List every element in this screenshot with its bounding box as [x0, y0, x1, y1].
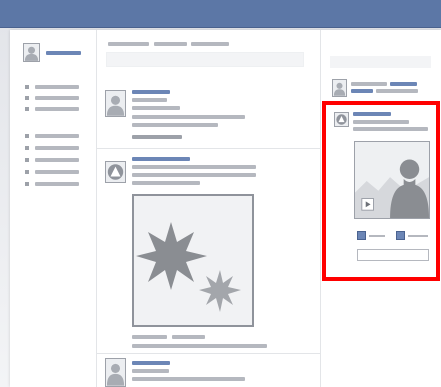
post-text-line	[132, 123, 218, 127]
post-caption-line	[172, 335, 205, 339]
share-count-line	[408, 235, 428, 237]
sidebar-item-1[interactable]	[35, 85, 79, 89]
post-author-avatar[interactable]	[105, 90, 126, 117]
nav-bullet	[25, 107, 29, 111]
sidebar-item-7[interactable]	[35, 170, 79, 174]
post-text-line	[132, 115, 245, 119]
highlighted-video-ad[interactable]	[322, 101, 440, 281]
nav-bullet	[25, 170, 29, 174]
suggestion-text-line	[376, 89, 418, 93]
sidebar-item-3[interactable]	[35, 107, 79, 111]
post-author-name[interactable]	[132, 90, 170, 94]
page-avatar[interactable]	[105, 161, 126, 183]
post-author-avatar[interactable]	[105, 358, 126, 387]
status-input[interactable]	[106, 52, 304, 67]
post-text-line	[132, 98, 167, 102]
nav-bullet	[25, 85, 29, 89]
person-silhouette-icon	[24, 46, 39, 61]
page-avatar[interactable]	[334, 112, 349, 127]
comment-input[interactable]	[357, 249, 429, 261]
right-column-divider	[320, 30, 321, 387]
right-column-header	[330, 56, 431, 68]
profile-name-link[interactable]	[46, 51, 81, 55]
video-thumbnail[interactable]	[354, 141, 430, 219]
nav-bullet	[25, 158, 29, 162]
nav-bullet	[25, 182, 29, 186]
profile-avatar[interactable]	[23, 43, 40, 62]
sidebar-item-6[interactable]	[35, 158, 79, 162]
suggestion-text-line	[351, 82, 387, 86]
suggestion-link[interactable]	[351, 89, 373, 93]
person-silhouette-icon	[106, 363, 125, 386]
nav-bullet	[25, 146, 29, 150]
post-text-line	[132, 165, 256, 169]
post-action-line[interactable]	[132, 135, 182, 139]
suggestion-avatar[interactable]	[332, 79, 347, 97]
post-divider	[96, 353, 320, 354]
ad-text-line	[353, 120, 409, 124]
share-icon[interactable]	[396, 231, 405, 240]
menu-item-2[interactable]	[154, 42, 187, 46]
nav-bullet	[25, 134, 29, 138]
page-name-link[interactable]	[132, 157, 190, 161]
post-text-line	[132, 106, 180, 110]
post-text-line	[132, 173, 256, 177]
person-silhouette-icon	[106, 95, 125, 116]
post-author-name[interactable]	[132, 361, 170, 365]
ad-text-line	[353, 127, 428, 131]
sidebar-item-2[interactable]	[35, 96, 79, 100]
sidebar-item-8[interactable]	[35, 182, 79, 186]
post-divider	[96, 148, 320, 149]
post-caption-line	[132, 344, 267, 348]
person-silhouette-icon	[355, 159, 429, 218]
triangle-in-circle-icon	[107, 164, 124, 180]
feed-post-image[interactable]	[132, 194, 254, 327]
sidebar-item-4[interactable]	[35, 134, 79, 138]
left-column-divider	[96, 30, 97, 387]
triangle-in-circle-icon	[336, 114, 347, 125]
like-count-line	[369, 235, 385, 237]
sidebar-item-5[interactable]	[35, 146, 79, 150]
nav-bullet	[25, 96, 29, 100]
starburst-shapes-icon	[136, 222, 241, 312]
suggestion-link[interactable]	[390, 82, 417, 86]
thumbs-up-icon[interactable]	[357, 231, 366, 240]
ad-page-name[interactable]	[353, 112, 391, 116]
post-caption-line	[132, 335, 167, 339]
menu-item-3[interactable]	[191, 42, 229, 46]
top-navigation-bar	[0, 0, 441, 28]
post-text-line	[132, 369, 169, 373]
menu-item-1[interactable]	[108, 42, 149, 46]
post-text-line	[132, 377, 245, 381]
browser-frame	[0, 0, 441, 387]
post-text-line	[132, 181, 200, 185]
page-wireframe	[10, 30, 441, 387]
person-silhouette-icon	[333, 82, 346, 96]
